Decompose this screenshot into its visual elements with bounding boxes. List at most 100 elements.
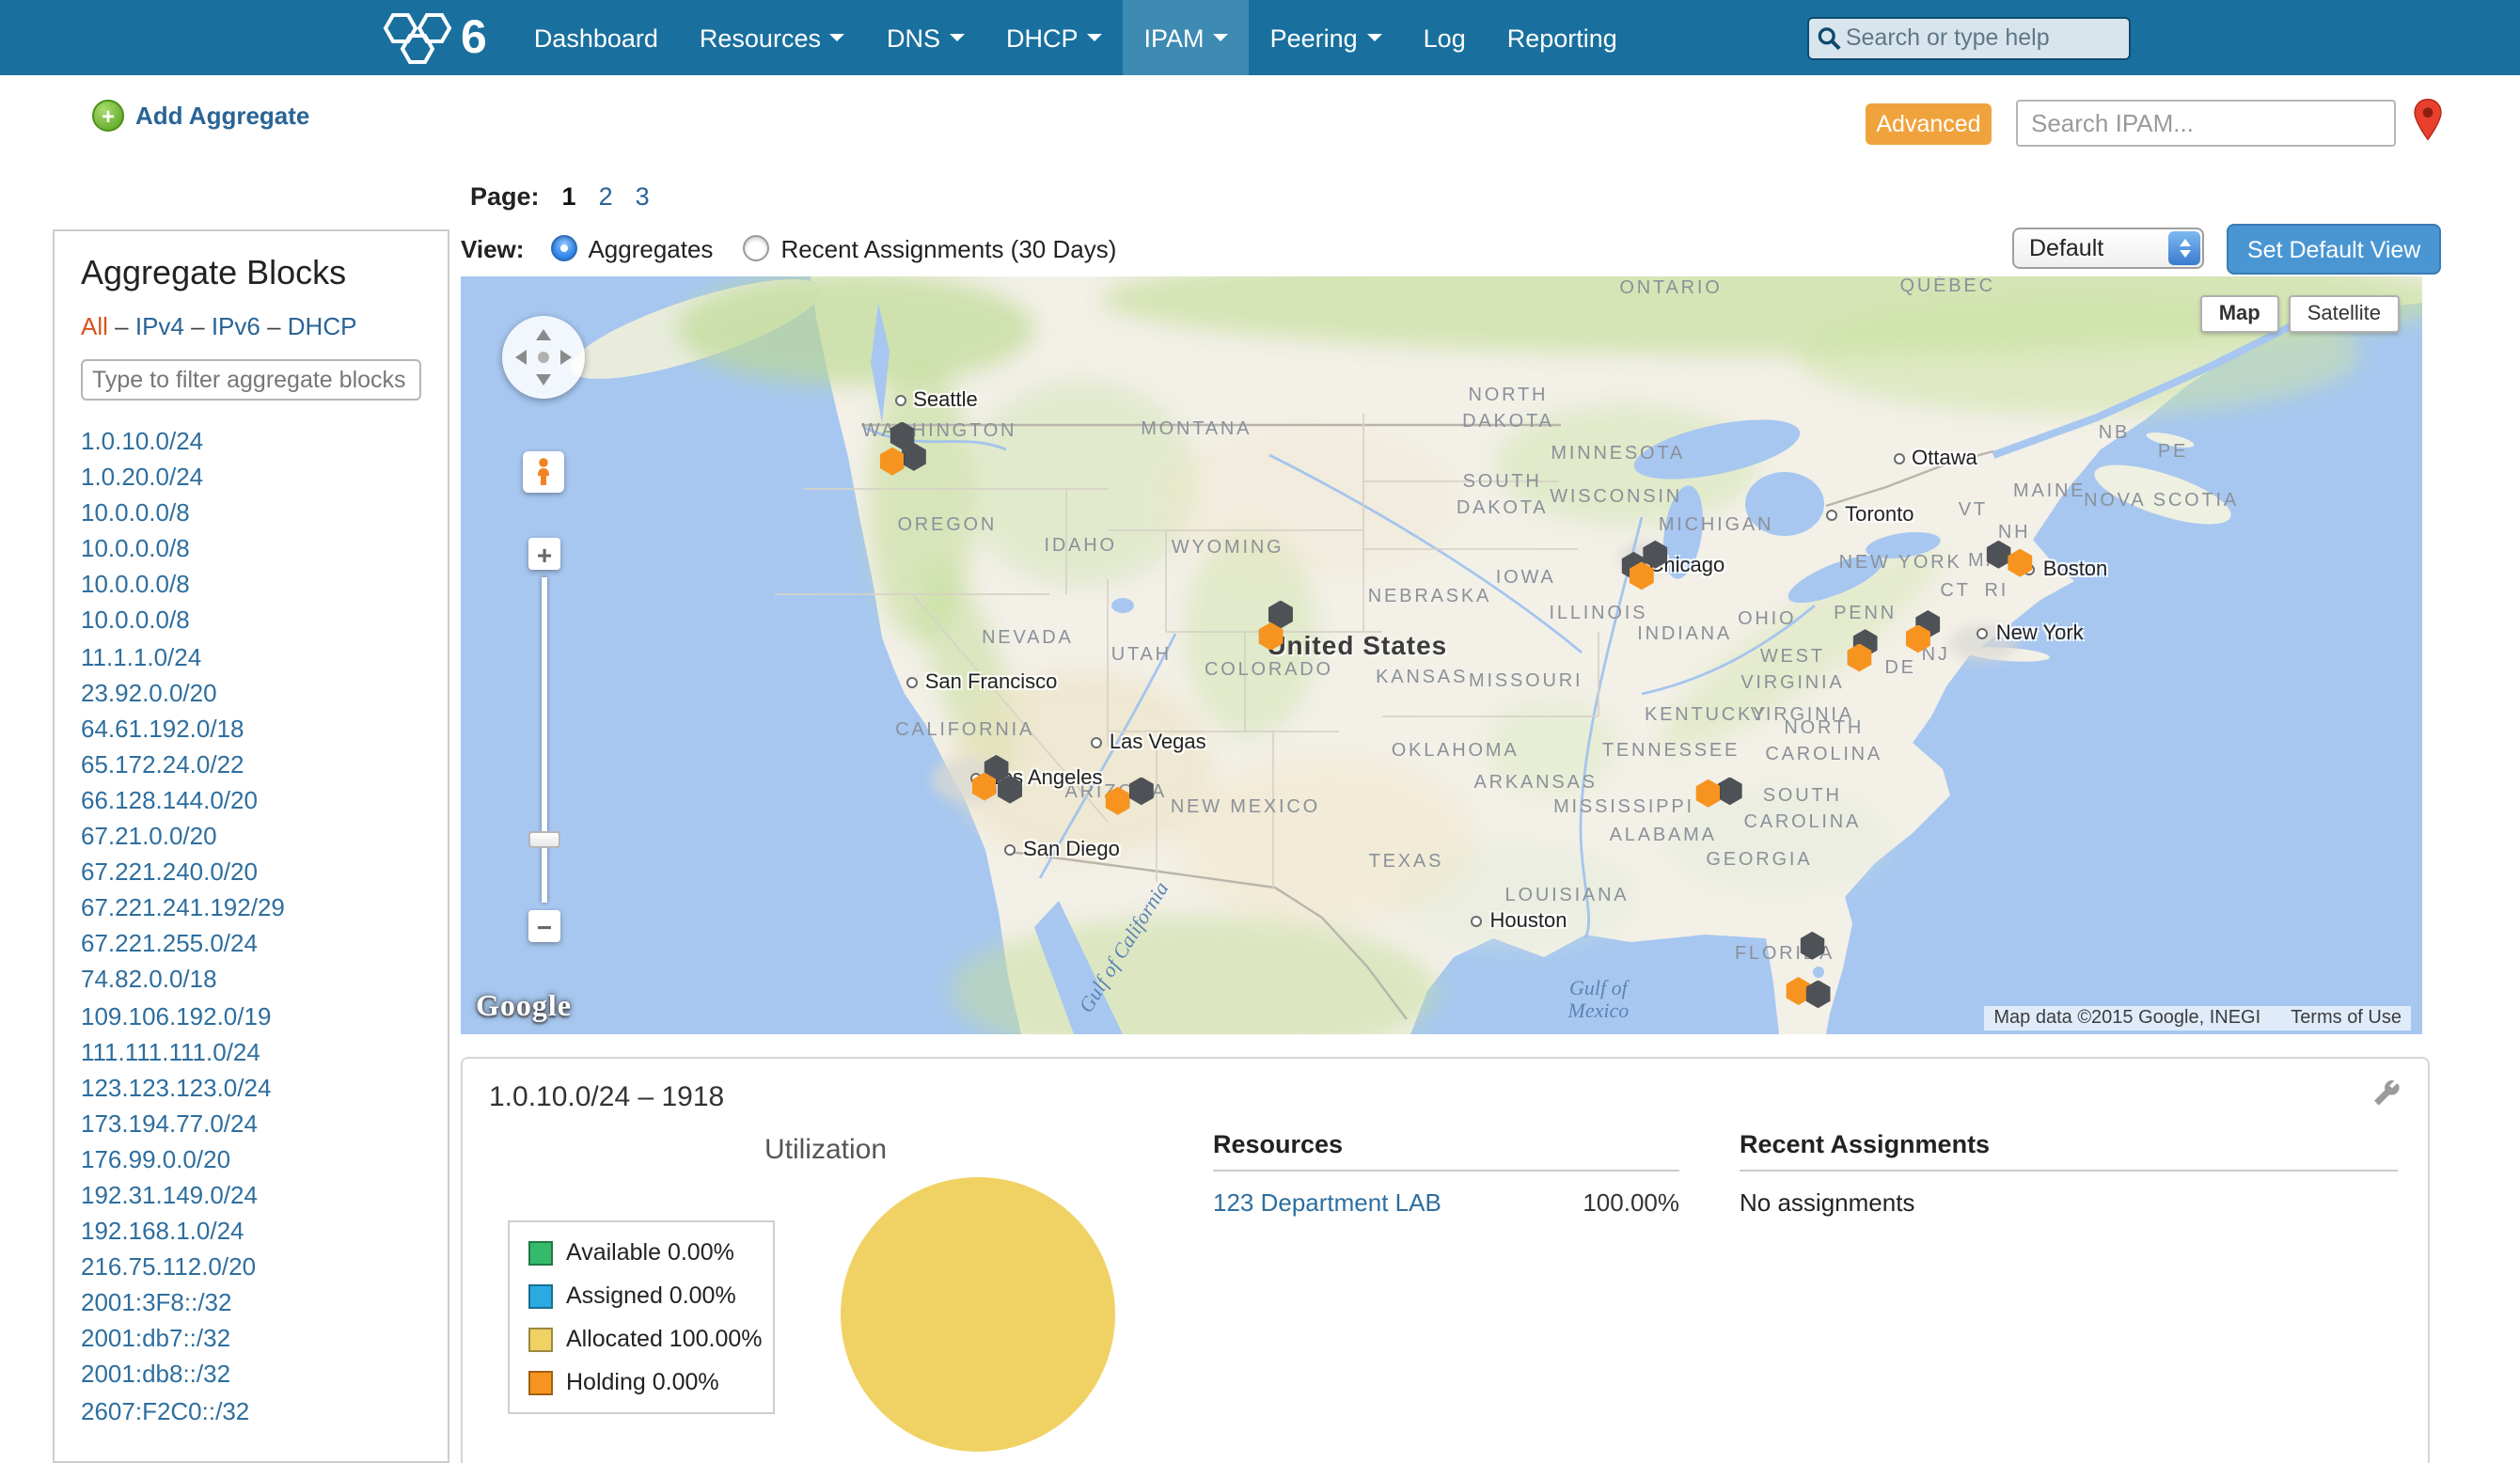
zoom-slider-handle[interactable] — [528, 831, 560, 848]
zoom-out-button[interactable]: − — [528, 910, 560, 942]
city-label: San Francisco — [906, 670, 1058, 693]
state-label: NEBRASKA — [1368, 586, 1491, 612]
pan-right-icon[interactable] — [560, 350, 572, 365]
nav-item-label: Peering — [1270, 24, 1358, 52]
aggregate-marker-orange[interactable] — [2008, 549, 2032, 577]
aggregate-block-link[interactable]: 67.21.0.0/20 — [81, 818, 421, 854]
state-label: WYOMING — [1172, 537, 1284, 563]
view-select[interactable]: Default — [2012, 228, 2204, 269]
aggregate-block-link[interactable]: 173.194.77.0/24 — [81, 1106, 421, 1141]
map-pin-icon[interactable] — [2413, 98, 2443, 147]
view-option[interactable]: Aggregates — [550, 234, 713, 262]
radio-icon[interactable] — [743, 235, 769, 261]
ipam-search-input[interactable] — [2016, 100, 2396, 147]
nav-item-dhcp[interactable]: DHCP — [985, 0, 1124, 75]
nav-item-resources[interactable]: Resources — [679, 0, 866, 75]
state-label: NORTH CAROLINA — [1765, 716, 1882, 769]
state-label: ONTARIO — [1619, 277, 1722, 304]
legend-item: Available 0.00% — [528, 1239, 754, 1266]
google-logo[interactable]: Google — [476, 991, 572, 1025]
add-aggregate-button[interactable]: + Add Aggregate — [92, 100, 309, 132]
aggregate-block-link[interactable]: 192.31.149.0/24 — [81, 1177, 421, 1213]
state-label: IDAHO — [1044, 534, 1116, 560]
zoom-in-button[interactable]: + — [528, 538, 560, 570]
aggregate-block-link[interactable]: 1.0.20.0/24 — [81, 459, 421, 495]
pan-down-icon[interactable] — [536, 374, 551, 385]
filter-ipv4[interactable]: IPv4 — [135, 312, 184, 340]
aggregate-marker-orange[interactable] — [880, 448, 905, 476]
water-label: Gulf of California — [1075, 878, 1173, 1017]
aggregate-marker-gray[interactable] — [1986, 541, 2010, 569]
nav-item-dns[interactable]: DNS — [866, 0, 985, 75]
search-icon — [1817, 24, 1842, 52]
city-name: San Francisco — [925, 670, 1058, 693]
nav-item-log[interactable]: Log — [1403, 0, 1487, 75]
help-search-input[interactable] — [1842, 23, 2129, 53]
advanced-button[interactable]: Advanced — [1866, 103, 1992, 145]
terms-of-use-link[interactable]: Terms of Use — [2291, 1008, 2402, 1029]
aggregate-block-link[interactable]: 10.0.0.0/8 — [81, 495, 421, 530]
map[interactable]: WASHINGTONMONTANANORTH DAKOTAMINNESOTASO… — [461, 276, 2422, 1034]
nav-item-reporting[interactable]: Reporting — [1487, 0, 1638, 75]
aggregate-block-link[interactable]: 109.106.192.0/19 — [81, 998, 421, 1033]
page-1[interactable]: 1 — [562, 182, 576, 211]
aggregate-block-link[interactable]: 66.128.144.0/20 — [81, 782, 421, 818]
aggregate-block-link[interactable]: 123.123.123.0/24 — [81, 1069, 421, 1105]
state-label: ARKANSAS — [1473, 772, 1597, 798]
aggregate-block-link[interactable]: 2001:3F8::/32 — [81, 1285, 421, 1321]
nav-item-ipam[interactable]: IPAM — [1124, 0, 1250, 75]
state-label: PENN — [1834, 601, 1897, 627]
app-logo[interactable]: 6 — [382, 0, 487, 75]
pan-center-icon[interactable] — [538, 352, 549, 363]
set-default-view-button[interactable]: Set Default View — [2227, 224, 2441, 275]
resource-link[interactable]: 123 Department LAB — [1213, 1188, 1441, 1217]
aggregate-block-link[interactable]: 10.0.0.0/8 — [81, 603, 421, 638]
aggregate-block-link[interactable]: 2001:db8::/32 — [81, 1357, 421, 1392]
aggregate-marker-gray[interactable] — [1643, 541, 1667, 569]
aggregate-marker-gray[interactable] — [1800, 932, 1824, 960]
aggregate-marker-orange[interactable] — [1106, 787, 1130, 815]
aggregate-block-link[interactable]: 67.221.255.0/24 — [81, 926, 421, 962]
aggregate-block-link[interactable]: 74.82.0.0/18 — [81, 962, 421, 998]
aggregate-block-link[interactable]: 192.168.1.0/24 — [81, 1213, 421, 1249]
pan-left-icon[interactable] — [515, 350, 527, 365]
aggregate-block-link[interactable]: 1.0.10.0/24 — [81, 423, 421, 459]
filter-ipv6[interactable]: IPv6 — [212, 312, 260, 340]
aggregate-block-link[interactable]: 67.221.240.0/20 — [81, 854, 421, 889]
aggregate-filter-input[interactable] — [81, 359, 421, 401]
settings-wrench-icon[interactable] — [2371, 1078, 2402, 1113]
page-2[interactable]: 2 — [599, 182, 613, 211]
aggregate-block-link[interactable]: 10.0.0.0/8 — [81, 567, 421, 603]
aggregate-block-link[interactable]: 65.172.24.0/22 — [81, 747, 421, 782]
aggregate-block-link[interactable]: 2607:F2C0::/32 — [81, 1392, 421, 1428]
aggregate-block-link[interactable]: 2001:db7::/32 — [81, 1321, 421, 1357]
aggregate-marker-orange[interactable] — [1696, 779, 1721, 808]
aggregate-block-link[interactable]: 111.111.111.0/24 — [81, 1033, 421, 1069]
aggregate-marker-gray[interactable] — [1718, 777, 1742, 805]
radio-icon[interactable] — [550, 235, 576, 261]
map-type-map[interactable]: Map — [2200, 295, 2279, 333]
aggregate-block-link[interactable]: 216.75.112.0/20 — [81, 1249, 421, 1284]
aggregate-block-link[interactable]: 176.99.0.0/20 — [81, 1141, 421, 1177]
aggregate-block-link[interactable]: 10.0.0.0/8 — [81, 531, 421, 567]
aggregate-block-link[interactable]: 64.61.192.0/18 — [81, 711, 421, 747]
map-pan-control[interactable] — [502, 316, 585, 399]
pan-up-icon[interactable] — [536, 329, 551, 340]
nav-item-dashboard[interactable]: Dashboard — [513, 0, 679, 75]
page-3[interactable]: 3 — [636, 182, 650, 211]
aggregate-marker-gray[interactable] — [1129, 777, 1154, 805]
aggregate-block-link[interactable]: 67.221.241.192/29 — [81, 889, 421, 925]
street-view-pegman-icon[interactable] — [523, 451, 564, 493]
zoom-slider-track[interactable] — [542, 577, 547, 903]
aggregate-block-link[interactable]: 23.92.0.0/20 — [81, 674, 421, 710]
aggregate-details-panel: 1.0.10.0/24 – 1918 Utilization Available… — [461, 1057, 2430, 1463]
filter-all[interactable]: All — [81, 312, 108, 340]
state-label: NOVA SCOTIA — [2084, 488, 2239, 514]
aggregate-block-link[interactable]: 11.1.1.0/24 — [81, 638, 421, 674]
state-label: SOUTH CAROLINA — [1743, 784, 1861, 837]
nav-item-peering[interactable]: Peering — [1250, 0, 1403, 75]
city-dot — [906, 676, 918, 687]
map-type-satellite[interactable]: Satellite — [2289, 295, 2400, 333]
view-option[interactable]: Recent Assignments (30 Days) — [743, 234, 1116, 262]
filter-dhcp[interactable]: DHCP — [288, 312, 357, 340]
